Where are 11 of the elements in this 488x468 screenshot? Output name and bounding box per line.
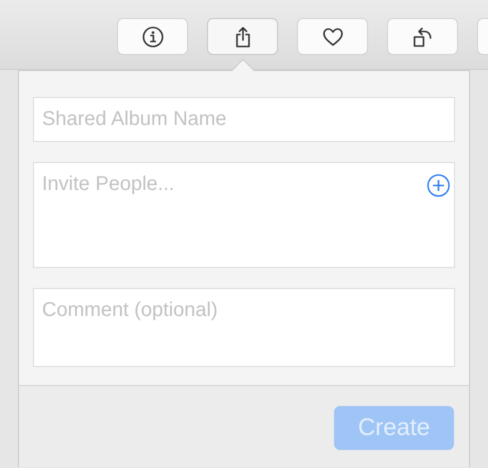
toolbar-button[interactable] <box>387 18 458 55</box>
info-icon <box>142 26 164 48</box>
toolbar-button[interactable] <box>297 18 368 55</box>
album-name-field[interactable]: Shared Album Name <box>33 97 455 142</box>
toolbar-button[interactable] <box>207 18 278 55</box>
add-icon[interactable] <box>427 174 450 197</box>
toolbar-button[interactable] <box>117 18 188 55</box>
invite-field[interactable]: Invite People... <box>33 162 455 268</box>
comment-field[interactable]: Comment (optional) <box>33 288 455 367</box>
heart-icon <box>322 26 344 48</box>
rotate-icon <box>412 26 434 48</box>
